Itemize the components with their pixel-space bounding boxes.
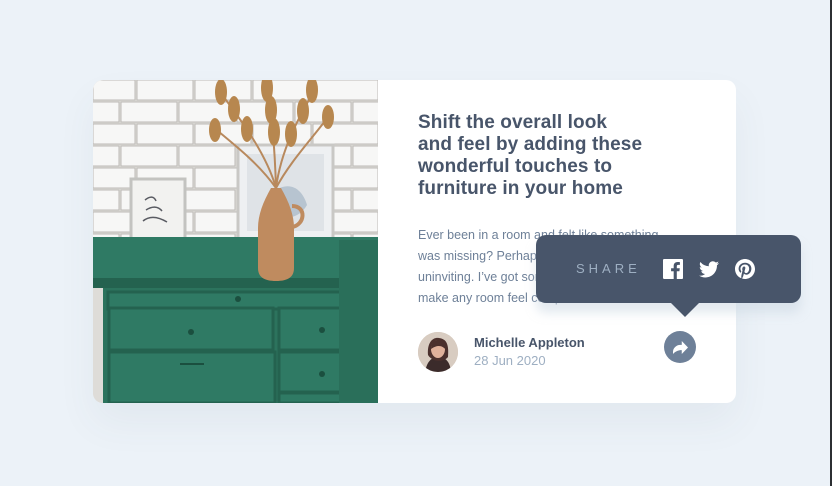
share-label: SHARE <box>576 261 641 276</box>
share-button[interactable] <box>664 331 696 363</box>
avatar <box>418 332 458 372</box>
twitter-link[interactable] <box>698 259 719 279</box>
drawers-illustration <box>93 80 378 403</box>
author-name: Michelle Appleton <box>474 335 585 350</box>
facebook-link[interactable] <box>662 259 683 279</box>
article-content: Shift the overall look and feel by addin… <box>418 112 688 305</box>
post-date: 28 Jun 2020 <box>474 353 546 368</box>
author-block: Michelle Appleton 28 Jun 2020 <box>418 332 585 372</box>
facebook-icon <box>662 259 683 279</box>
drawers-image <box>93 80 378 403</box>
pinterest-icon <box>734 259 755 279</box>
article-title[interactable]: Shift the overall look and feel by addin… <box>418 112 688 200</box>
share-tooltip: SHARE <box>536 235 801 317</box>
pinterest-link[interactable] <box>734 259 755 279</box>
author-info: Michelle Appleton 28 Jun 2020 <box>474 335 585 369</box>
twitter-icon <box>698 260 719 278</box>
avatar-image <box>418 332 458 372</box>
share-icon <box>672 340 688 354</box>
